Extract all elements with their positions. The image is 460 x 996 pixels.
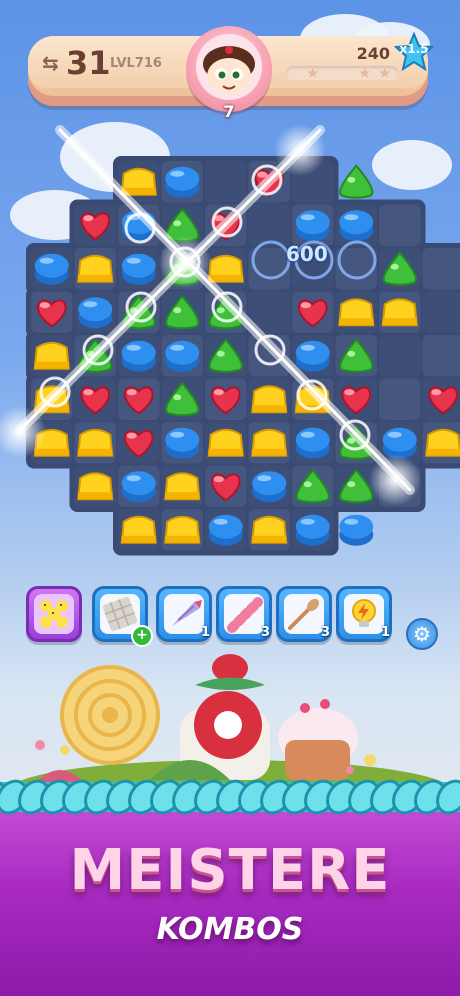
blue-macaron-piece[interactable] — [165, 340, 200, 372]
board-cell[interactable] — [379, 335, 421, 377]
blue-macaron-piece[interactable] — [295, 210, 330, 242]
goal-avatar — [186, 26, 272, 112]
cupcake-decoration — [278, 699, 358, 780]
blue-macaron-piece[interactable] — [165, 427, 200, 459]
goal-count: 7 — [223, 102, 235, 121]
blue-macaron-piece[interactable] — [121, 340, 156, 372]
blue-macaron-piece[interactable] — [34, 253, 69, 285]
yellow-jelly-piece[interactable] — [77, 472, 114, 501]
yellow-jelly-piece[interactable] — [164, 472, 201, 501]
yellow-jelly-piece[interactable] — [120, 167, 157, 196]
booster-count: 3 — [260, 625, 270, 640]
lightning-bulb-icon — [344, 594, 384, 634]
board-cell[interactable] — [422, 335, 460, 377]
booster-candy-cane[interactable]: 3 — [216, 586, 272, 642]
frosting-rope — [0, 779, 460, 815]
blue-macaron-piece[interactable] — [121, 253, 156, 285]
board-cell[interactable] — [379, 204, 421, 247]
board-cell[interactable] — [379, 378, 421, 421]
booster-chick-squad[interactable] — [26, 586, 82, 642]
booster-count: 1 — [380, 625, 390, 640]
yellow-jelly-piece[interactable] — [251, 428, 288, 457]
multiplier-badge: x1.5 — [394, 32, 434, 72]
board-cell[interactable] — [422, 248, 460, 290]
blue-macaron-piece[interactable] — [382, 427, 417, 459]
progress-star-icon: ★ — [378, 66, 392, 80]
blue-macaron-piece[interactable] — [295, 514, 330, 546]
yellow-jelly-piece[interactable] — [77, 428, 114, 457]
score-progress-bar: ★ ★ ★ — [286, 66, 398, 80]
green-drop-piece[interactable] — [339, 164, 374, 199]
game-screen: 600 ⇆ 31 LVL716 240 ★ ★ ★ x1.5 7 + 1 3 3… — [0, 0, 460, 996]
progress-star-icon: ★ — [358, 66, 372, 80]
blue-macaron-piece[interactable] — [208, 514, 243, 546]
candy-cane-icon — [224, 594, 264, 634]
banner-subline: KOMBOS — [156, 912, 304, 947]
booster-lightning-bulb[interactable]: 1 — [336, 586, 392, 642]
level-label: LVL716 — [110, 56, 162, 71]
board-cell[interactable] — [422, 291, 460, 334]
floating-score: 600 — [286, 242, 328, 266]
blue-macaron-piece[interactable] — [252, 471, 287, 503]
booster-bar: + 1 3 3 1 — [0, 586, 460, 648]
booster-count: 3 — [320, 625, 330, 640]
booster-piping-bag[interactable]: 1 — [156, 586, 212, 642]
multiplier-text: x1.5 — [399, 42, 429, 56]
chick-squad-icon — [34, 594, 74, 634]
sparkle-glow — [159, 236, 211, 288]
wooden-spoon-icon — [284, 594, 324, 634]
yellow-jelly-piece[interactable] — [164, 515, 201, 544]
sparkle-glow — [369, 454, 421, 506]
booster-chocolate-bar[interactable]: + — [92, 586, 153, 647]
booster-wooden-spoon[interactable]: 3 — [276, 586, 332, 642]
yellow-jelly-piece[interactable] — [251, 515, 288, 544]
character-face — [196, 34, 262, 100]
yellow-jelly-piece[interactable] — [338, 298, 375, 327]
board-cell[interactable] — [205, 161, 247, 203]
banner-headline: MEISTERE — [69, 838, 391, 903]
yellow-jelly-piece[interactable] — [381, 298, 418, 327]
lollipop-decoration — [60, 665, 160, 765]
progress-star-icon: ★ — [306, 66, 320, 80]
blue-macaron-piece[interactable] — [121, 471, 156, 503]
score-value: 240 — [356, 44, 390, 63]
blue-macaron-piece[interactable] — [295, 340, 330, 372]
yellow-jelly-piece[interactable] — [120, 515, 157, 544]
yellow-jelly-piece[interactable] — [33, 341, 70, 370]
blue-macaron-piece[interactable] — [78, 297, 113, 329]
blue-macaron-piece[interactable] — [165, 166, 200, 198]
sparkle-glow — [274, 124, 326, 176]
yellow-jelly-piece[interactable] — [207, 428, 244, 457]
yellow-jelly-piece[interactable] — [425, 428, 460, 457]
yellow-jelly-piece[interactable] — [251, 385, 288, 414]
yellow-jelly-piece[interactable] — [207, 254, 244, 283]
blue-macaron-piece[interactable] — [339, 210, 374, 242]
yellow-jelly-piece[interactable] — [77, 254, 114, 283]
board-cell[interactable] — [248, 204, 291, 247]
booster-count: 1 — [200, 625, 210, 640]
piping-bag-icon — [164, 594, 204, 634]
moves-counter: 31 — [66, 44, 111, 82]
blue-macaron-piece[interactable] — [339, 514, 374, 546]
moves-arrows-icon: ⇆ — [42, 51, 59, 75]
blue-macaron-piece[interactable] — [295, 427, 330, 459]
